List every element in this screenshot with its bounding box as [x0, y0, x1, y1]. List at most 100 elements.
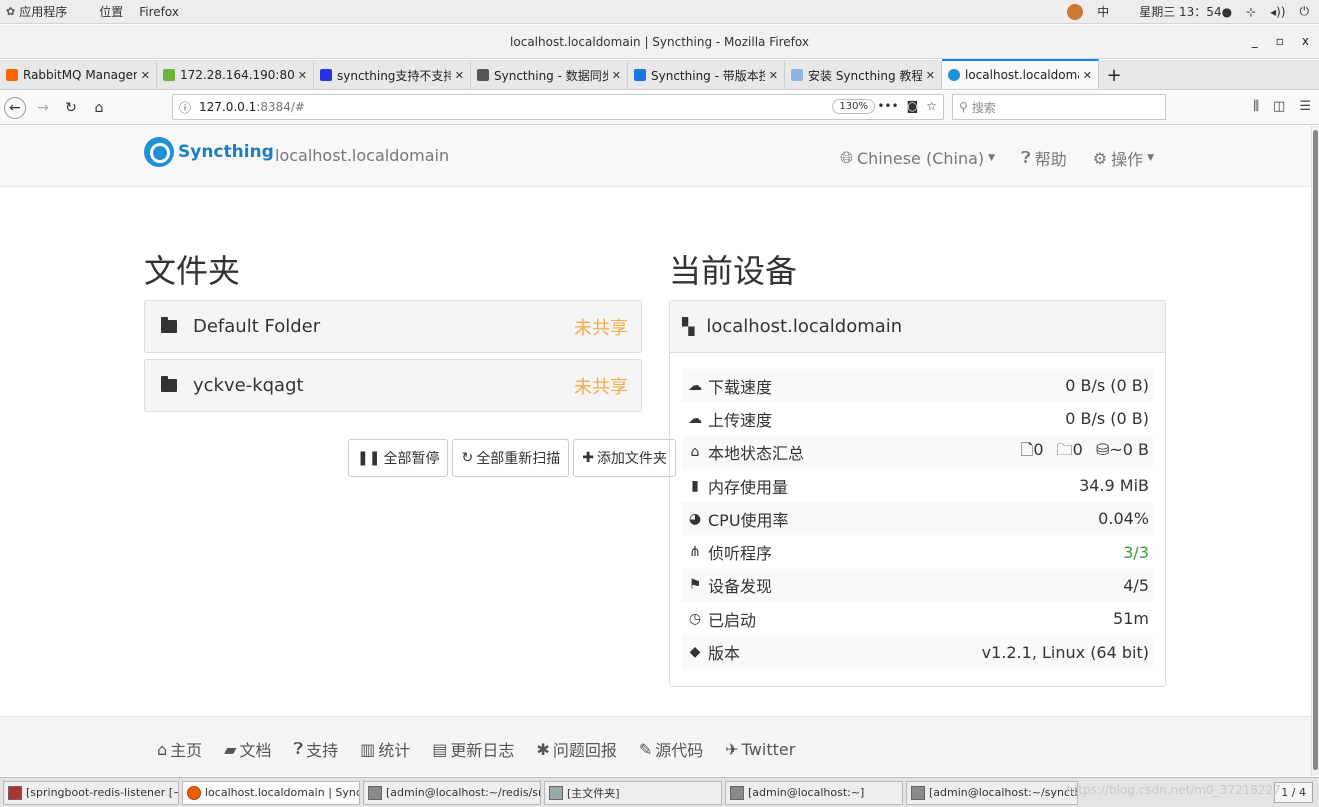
taskbar-item[interactable]: [主文件夹]: [544, 780, 722, 805]
network-icon[interactable]: ⊹: [1246, 5, 1256, 19]
library-icon[interactable]: ⫼: [1253, 99, 1259, 114]
search-icon: ⚲: [959, 100, 968, 114]
browser-tab[interactable]: Syncthing - 带版本控制的✕: [628, 61, 785, 89]
home-button[interactable]: ⌂: [88, 97, 110, 119]
volume-icon[interactable]: ◂)): [1270, 5, 1285, 19]
local-state-values: 🗋︎0 🗀︎0 ⛁~0 B: [1020, 439, 1149, 459]
pause-icon: ❚❚: [357, 450, 381, 466]
reload-button[interactable]: ↻: [60, 97, 82, 119]
close-tab-icon[interactable]: ✕: [769, 69, 778, 82]
stat-row-version: ◆ 版本 v1.2.1, Linux (64 bit): [682, 635, 1153, 669]
close-tab-icon[interactable]: ✕: [141, 69, 150, 82]
home-icon: ⌂: [690, 444, 700, 461]
footer-link-stats[interactable]: ▥ 统计: [360, 737, 410, 761]
taskbar-item[interactable]: [admin@localhost:~/redis/src]: [363, 780, 541, 805]
taskbar-item-active[interactable]: localhost.localdomain | Syncthing - ...: [182, 780, 360, 805]
app-window-icon: [8, 785, 22, 800]
footer-link-bugs[interactable]: ✱ 问题回报: [536, 737, 616, 761]
folder-row[interactable]: Default Folder 未共享: [144, 300, 642, 353]
syncthing-brand[interactable]: Syncthing: [144, 137, 274, 167]
close-tab-icon[interactable]: ✕: [926, 69, 935, 82]
stat-row-discovery: ⚑ 设备发现 4/5: [682, 568, 1153, 603]
firefox-menu[interactable]: Firefox: [139, 5, 179, 19]
folder-row[interactable]: yckve-kqagt 未共享: [144, 359, 642, 412]
taskbar-item[interactable]: [springboot-redis-listener [~/demo/...: [3, 780, 179, 805]
page-icon: [791, 69, 803, 81]
avatar-icon[interactable]: [1067, 3, 1084, 20]
add-folder-button[interactable]: ✚ 添加文件夹: [573, 439, 676, 477]
close-tab-icon[interactable]: ✕: [455, 69, 464, 82]
maximize-button[interactable]: ▫: [1276, 34, 1284, 48]
footer-link-changelog[interactable]: ▤ 更新日志: [432, 737, 514, 761]
globe-icon: 🌐︎: [840, 148, 853, 167]
scrollbar-thumb[interactable]: [1313, 130, 1318, 770]
taskbar-item[interactable]: [admin@localhost:~]: [725, 780, 903, 805]
browser-tab[interactable]: Syncthing - 数据同步利器✕: [471, 61, 628, 89]
device-panel-header[interactable]: ▚ localhost.localdomain: [670, 301, 1165, 353]
browser-tab[interactable]: 172.28.164.190:8080/all✕: [157, 61, 314, 89]
language-dropdown[interactable]: 🌐︎ Chinese (China) ▼: [840, 146, 995, 170]
new-tab-button[interactable]: +: [1099, 61, 1129, 89]
power-icon[interactable]: ⏻: [1300, 4, 1310, 19]
page-scrollbar[interactable]: [1311, 126, 1319, 776]
this-device-heading: 当前设备: [669, 252, 798, 290]
stat-row-memory: ▮ 内存使用量 34.9 MiB: [682, 469, 1153, 502]
back-button[interactable]: ←: [4, 96, 26, 119]
footer-link-home[interactable]: ⌂ 主页: [157, 737, 202, 761]
refresh-icon: ↻: [461, 450, 474, 466]
baidu-icon: [320, 69, 332, 81]
clock[interactable]: 星期三 13：54●: [1139, 3, 1232, 20]
device-name: localhost.localdomain: [706, 316, 903, 337]
hamburger-menu-icon[interactable]: ☰: [1299, 99, 1311, 114]
footer-link-support[interactable]: ❓︎ 支持: [294, 737, 339, 761]
discovery-link[interactable]: 4/5: [1123, 576, 1149, 595]
navigation-bar: ← → ↻ ⌂ ⓘ 127.0.0.1:8384/# 130% ••• ◙ ☆ …: [0, 91, 1319, 125]
help-button[interactable]: ❓︎ 帮助: [1021, 146, 1067, 170]
workspace-pager[interactable]: 1 / 4: [1274, 782, 1313, 803]
firefox-icon: [187, 785, 201, 800]
footer-link-twitter[interactable]: ✈ Twitter: [725, 737, 795, 761]
forward-button[interactable]: →: [32, 97, 54, 119]
page-actions-icon[interactable]: •••: [877, 99, 898, 113]
window-title-bar: localhost.localdomain | Syncthing - Mozi…: [0, 25, 1319, 59]
device-identicon-icon: ▚: [682, 317, 695, 336]
terminal-icon: [911, 785, 925, 800]
bookmark-star-icon[interactable]: ☆: [926, 99, 937, 113]
book-icon: ▰: [224, 739, 237, 759]
close-tab-icon[interactable]: ✕: [298, 69, 307, 82]
browser-tab-active[interactable]: localhost.localdomain | Sy✕: [942, 59, 1099, 89]
listeners-link[interactable]: 3/3: [1123, 543, 1149, 562]
taskbar-item[interactable]: [admin@localhost:~/syncthing-linux-...: [906, 780, 1078, 805]
input-method-indicator[interactable]: 中: [1097, 3, 1109, 20]
tab-bar: RabbitMQ Management✕ 172.28.164.190:8080…: [0, 59, 1319, 90]
toolbar-right: ⫼ ◫ ☰: [1253, 99, 1311, 114]
browser-tab[interactable]: syncthing支持不支持aix系✕: [314, 61, 471, 89]
hdd-icon: ⛁: [1095, 439, 1110, 459]
close-tab-icon[interactable]: ✕: [1083, 69, 1092, 82]
url-bar[interactable]: ⓘ 127.0.0.1:8384/# 130% ••• ◙ ☆: [172, 94, 944, 120]
footer-link-docs[interactable]: ▰ 文档: [224, 737, 271, 761]
pause-all-button[interactable]: ❚❚ 全部暂停: [348, 439, 449, 477]
gear-icon: ⚙: [1092, 148, 1108, 168]
places-menu[interactable]: 位置: [99, 3, 123, 20]
applications-menu[interactable]: ✿ 应用程序: [6, 3, 83, 20]
home-icon: ⌂: [157, 739, 168, 759]
device-stats-table: ☁ 下载速度 0 B/s (0 B) ☁ 上传速度 0 B/s (0 B) ⌂ 本地状态汇…: [682, 369, 1153, 669]
rescan-all-button[interactable]: ↻ 全部重新扫描: [452, 439, 570, 477]
sidebar-icon[interactable]: ◫: [1273, 99, 1285, 114]
browser-tab[interactable]: 安装 Syncthing 教程，搭✕: [785, 61, 942, 89]
site-info-icon[interactable]: ⓘ: [179, 99, 191, 116]
pocket-icon[interactable]: ◙: [907, 99, 919, 113]
actions-dropdown[interactable]: ⚙ 操作 ▼: [1093, 146, 1154, 170]
minimize-button[interactable]: _: [1252, 34, 1258, 48]
zoom-indicator[interactable]: 130%: [832, 99, 875, 114]
url-host: 127.0.0.1: [199, 100, 257, 114]
close-tab-icon[interactable]: ✕: [612, 69, 621, 82]
terminal-icon: [368, 785, 382, 800]
search-bar[interactable]: ⚲ 搜索: [952, 94, 1166, 120]
syncthing-icon: [948, 69, 960, 81]
browser-tab[interactable]: RabbitMQ Management✕: [0, 61, 157, 89]
plus-icon: ✚: [582, 450, 594, 466]
footer-link-source[interactable]: ✎ 源代码: [639, 737, 703, 761]
close-window-button[interactable]: x: [1302, 34, 1309, 48]
